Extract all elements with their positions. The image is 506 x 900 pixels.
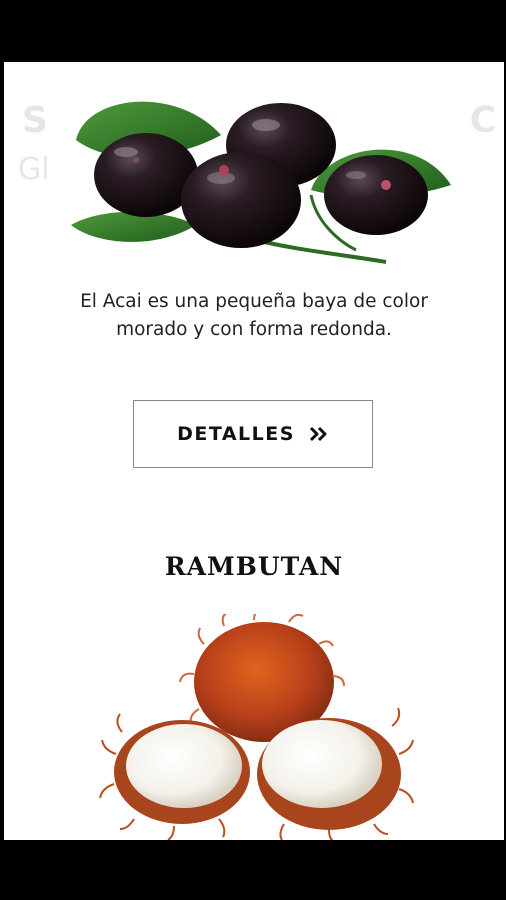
faded-background-text: Gl: [18, 152, 50, 187]
status-bar-area: [0, 0, 506, 62]
details-button[interactable]: DETALLES: [133, 400, 373, 468]
faded-background-text: S: [22, 100, 50, 141]
page-content[interactable]: S Gl C El Acai es una pequeña baya de co…: [4, 62, 504, 840]
acai-description: El Acai es una pequeña baya de color mor…: [80, 291, 428, 340]
faded-background-text: C: [469, 100, 496, 141]
navigation-bar-area: [0, 840, 506, 900]
rambutan-title: RAMBUTAN: [164, 552, 344, 581]
double-chevron-right-icon: [309, 426, 329, 442]
details-button-label: DETALLES: [177, 423, 295, 445]
acai-berries-image: [71, 101, 451, 264]
rambutan-fruit-image: [99, 614, 414, 840]
edge-shadow: [0, 795, 4, 840]
